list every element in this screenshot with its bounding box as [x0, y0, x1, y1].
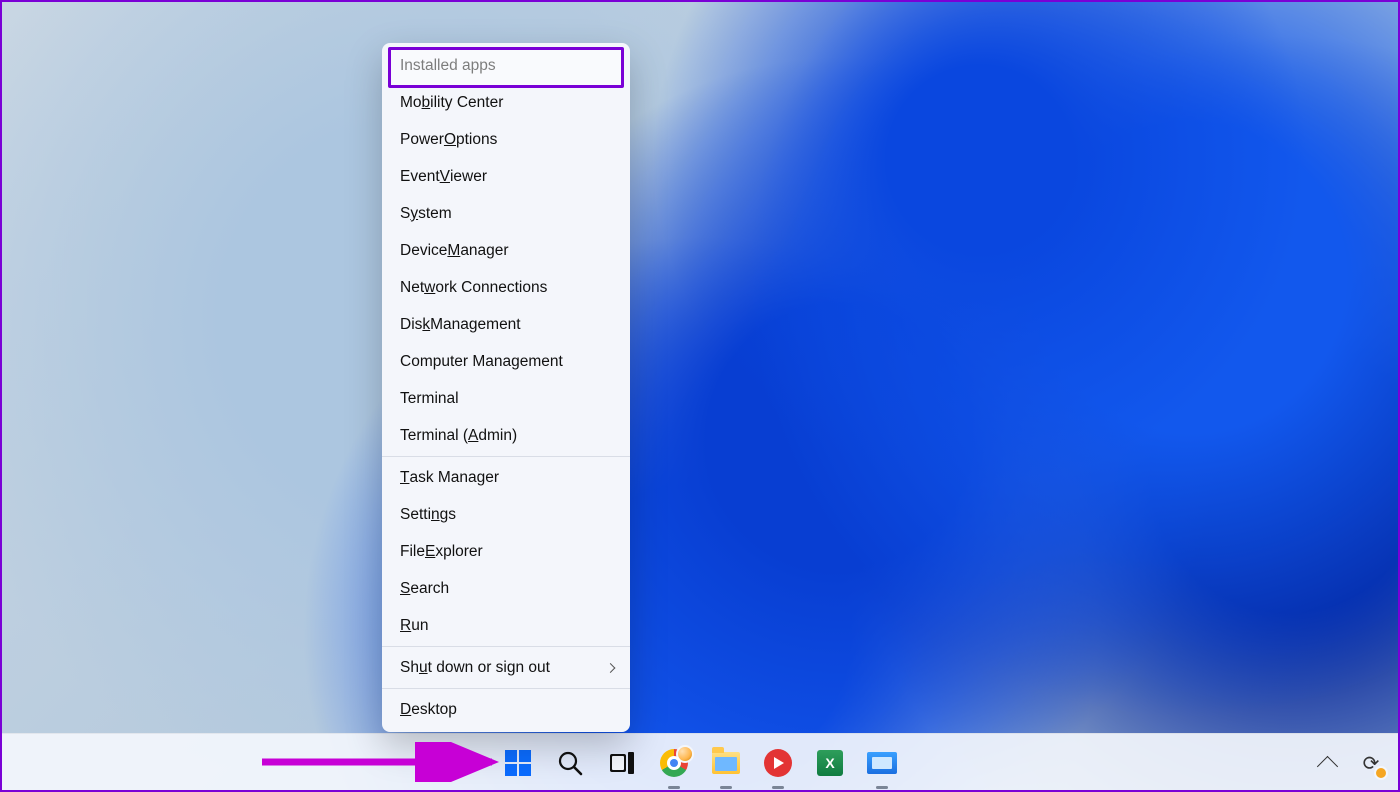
menu-item-event-viewer[interactable]: Event Viewer: [382, 158, 630, 195]
menu-item-search[interactable]: Search: [382, 570, 630, 607]
taskbar-app-excel[interactable]: X: [815, 748, 845, 778]
profile-badge: [676, 745, 694, 763]
menu-item-computer-management[interactable]: Computer Management: [382, 343, 630, 380]
winx-context-menu: Installed apps Mobility Center Power Opt…: [382, 43, 630, 732]
tray-overflow[interactable]: [1312, 748, 1342, 778]
menu-item-device-manager[interactable]: Device Manager: [382, 232, 630, 269]
taskbar-center: X: [503, 748, 897, 778]
taskbar-app-file-explorer[interactable]: [711, 748, 741, 778]
menu-separator: [382, 456, 630, 457]
menu-separator: [382, 688, 630, 689]
chrome-icon: [660, 749, 688, 777]
menu-item-run[interactable]: Run: [382, 607, 630, 644]
run-icon: [867, 752, 897, 774]
menu-item-power-options[interactable]: Power Options: [382, 121, 630, 158]
menu-item-file-explorer[interactable]: File Explorer: [382, 533, 630, 570]
taskview-icon: [609, 751, 635, 775]
chevron-up-icon: [1316, 755, 1337, 776]
folder-icon: [712, 752, 740, 774]
taskbar-search[interactable]: [555, 748, 585, 778]
system-tray: ⟳: [1312, 748, 1386, 778]
menu-item-network-connections[interactable]: Network Connections: [382, 269, 630, 306]
menu-item-terminal[interactable]: Terminal: [382, 380, 630, 417]
menu-item-desktop[interactable]: Desktop: [382, 691, 630, 728]
menu-separator: [382, 646, 630, 647]
sync-status-dot: [1374, 766, 1388, 780]
menu-item-settings[interactable]: Settings: [382, 496, 630, 533]
desktop-wallpaper: [0, 0, 1400, 792]
annotation-arrow: [260, 742, 520, 782]
todoist-icon: [764, 749, 792, 777]
taskbar-app-todoist[interactable]: [763, 748, 793, 778]
taskbar-app-chrome[interactable]: [659, 748, 689, 778]
menu-item-disk-management[interactable]: Disk Management: [382, 306, 630, 343]
taskbar: X ⟳: [0, 733, 1400, 792]
menu-item-mobility-center[interactable]: Mobility Center: [382, 84, 630, 121]
menu-item-system[interactable]: System: [382, 195, 630, 232]
menu-item-terminal-admin[interactable]: Terminal (Admin): [382, 417, 630, 454]
annotation-highlight: [388, 47, 624, 88]
search-icon: [557, 750, 583, 776]
excel-icon: X: [817, 750, 843, 776]
menu-item-shutdown-signout[interactable]: Shut down or sign out: [382, 649, 630, 686]
menu-item-task-manager[interactable]: Task Manager: [382, 459, 630, 496]
taskbar-app-run[interactable]: [867, 748, 897, 778]
tray-onedrive[interactable]: ⟳: [1356, 748, 1386, 778]
task-view[interactable]: [607, 748, 637, 778]
